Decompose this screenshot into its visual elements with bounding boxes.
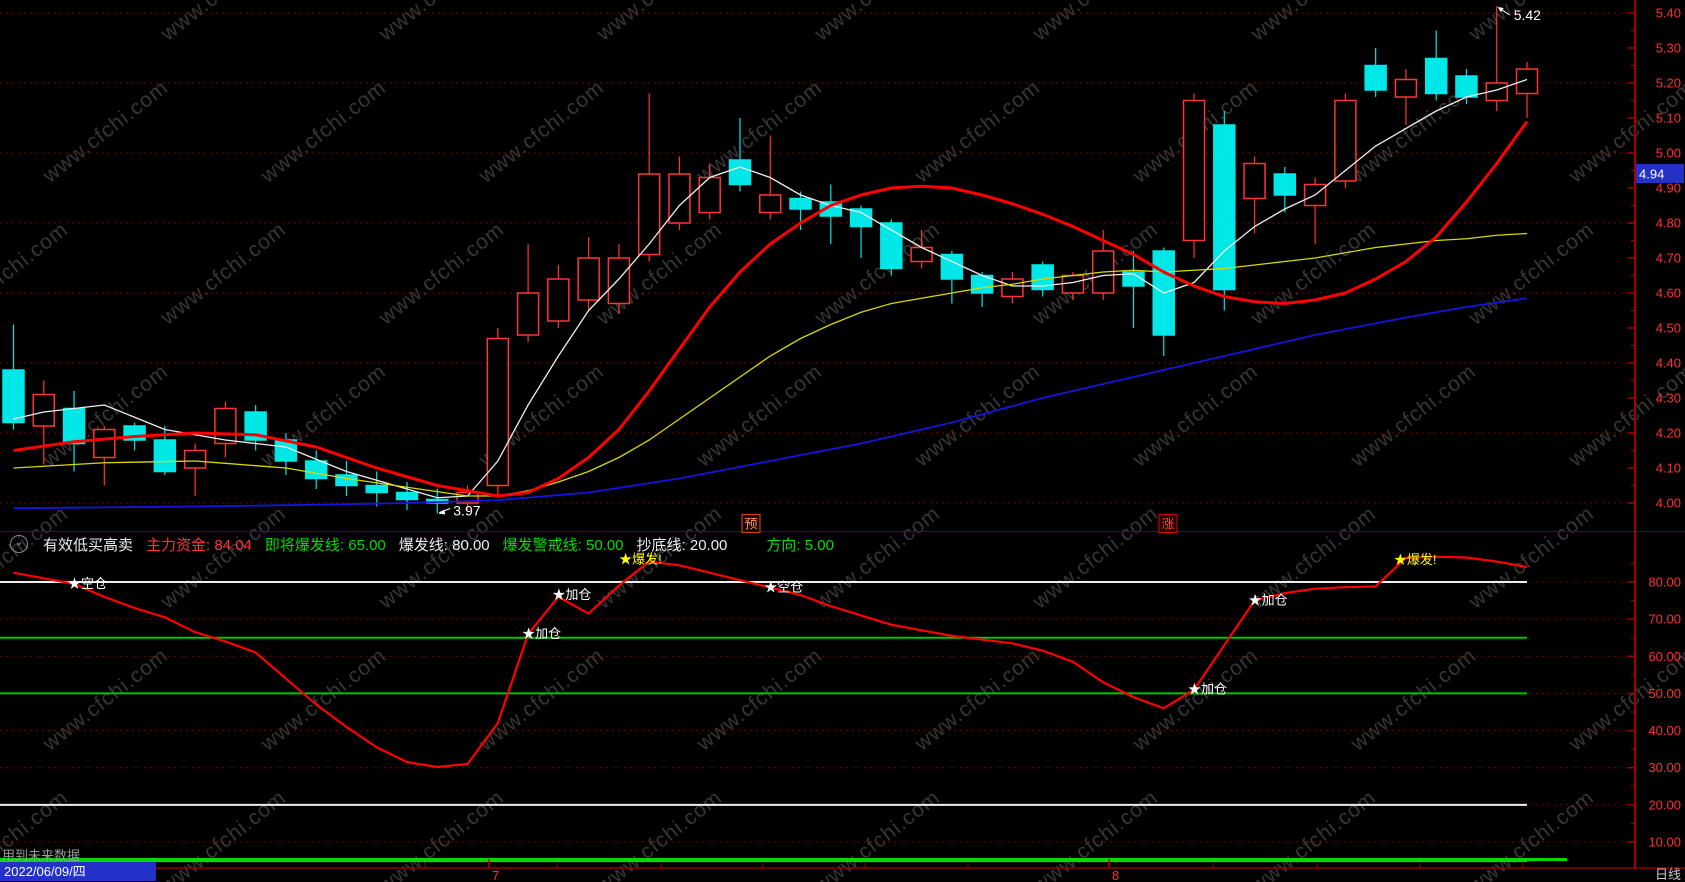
svg-text:4.20: 4.20 bbox=[1656, 426, 1681, 441]
time-axis: 78 bbox=[424, 859, 1524, 882]
future-data-note: 用到未来数据 bbox=[2, 848, 81, 863]
indicator-fields: 主力资金: 84.04 即将爆发线: 65.00 爆发线: 80.00 爆发警戒线: … bbox=[146, 534, 834, 555]
candlestick-series bbox=[2, 6, 1539, 514]
month-label-8: 8 bbox=[1112, 868, 1119, 882]
svg-text:3.97: 3.97 bbox=[453, 503, 480, 519]
ma-blue bbox=[13, 297, 1528, 510]
svg-text:5.30: 5.30 bbox=[1656, 41, 1681, 56]
indicator-field-5: 方向: 5.00 bbox=[766, 536, 834, 554]
indicator-header: ⌄ 有效低买高卖 主力资金: 84.04 即将爆发线: 65.00 爆发线: 80.… bbox=[10, 531, 834, 557]
svg-text:5.20: 5.20 bbox=[1656, 76, 1681, 91]
signal-marker-加仓: ★加仓 bbox=[1188, 682, 1227, 697]
signal-badges: 预涨 bbox=[741, 513, 1178, 534]
indicator-level-lines bbox=[0, 581, 1527, 863]
signal-marker-空仓: ★空仓 bbox=[68, 576, 107, 591]
svg-text:4.50: 4.50 bbox=[1656, 321, 1681, 336]
indicator-field-4: 抄底线: 20.00 bbox=[636, 536, 728, 554]
svg-text:50.00: 50.00 bbox=[1648, 686, 1681, 701]
signal-marker-爆发: ★爆发! bbox=[1394, 552, 1437, 567]
svg-text:4.70: 4.70 bbox=[1656, 251, 1681, 266]
svg-text:5.10: 5.10 bbox=[1656, 111, 1681, 126]
svg-text:10.00: 10.00 bbox=[1648, 835, 1681, 850]
month-label-7: 7 bbox=[492, 868, 499, 882]
svg-text:4.10: 4.10 bbox=[1656, 461, 1681, 476]
svg-text:4.00: 4.00 bbox=[1656, 496, 1681, 511]
svg-text:80.00: 80.00 bbox=[1648, 575, 1681, 590]
signal-badge-涨: 涨 bbox=[1161, 517, 1174, 532]
svg-text:5.00: 5.00 bbox=[1656, 146, 1681, 161]
trading-app-window: www.cfchi.com www.cfchi.com www.cfchi.com w… bbox=[0, 0, 1685, 882]
signal-marker-加仓: ★加仓 bbox=[522, 626, 561, 641]
svg-text:5.40: 5.40 bbox=[1656, 6, 1681, 21]
indicator-field-3: 爆发警戒线: 50.00 bbox=[502, 536, 624, 554]
svg-text:4.30: 4.30 bbox=[1656, 391, 1681, 406]
svg-text:60.00: 60.00 bbox=[1648, 649, 1681, 664]
indicator-field-1: 即将爆发线: 65.00 bbox=[264, 536, 386, 554]
signal-markers: ★空仓★加仓★加仓★爆发!★空仓★加仓★加仓★爆发! bbox=[68, 552, 1437, 697]
ma-yellow bbox=[13, 232, 1528, 497]
svg-text:4.60: 4.60 bbox=[1656, 286, 1681, 301]
signal-marker-空仓: ★空仓 bbox=[764, 580, 803, 595]
signal-badge-预: 预 bbox=[744, 517, 757, 532]
signal-marker-加仓: ★加仓 bbox=[1249, 593, 1288, 608]
collapse-indicator-icon[interactable]: ⌄ bbox=[10, 535, 28, 553]
svg-text:4.80: 4.80 bbox=[1656, 216, 1681, 231]
indicator-title: 有效低买高卖 bbox=[43, 536, 134, 554]
current-price-tag: 4.94 bbox=[1636, 164, 1684, 183]
indicator-field-0: 主力资金: 84.04 bbox=[146, 536, 252, 554]
selected-date-box: 2022/06/09/四 bbox=[0, 862, 156, 881]
chart-canvas[interactable]: ★空仓★加仓★加仓★爆发!★空仓★加仓★加仓★爆发!5.405.305.205.… bbox=[0, 0, 1685, 882]
svg-text:5.42: 5.42 bbox=[1514, 7, 1541, 23]
indicator-field-2: 爆发线: 80.00 bbox=[398, 536, 490, 554]
svg-text:20.00: 20.00 bbox=[1648, 797, 1681, 812]
svg-text:30.00: 30.00 bbox=[1648, 760, 1681, 775]
svg-text:4.40: 4.40 bbox=[1656, 356, 1681, 371]
period-label[interactable]: 日线 bbox=[1655, 864, 1681, 882]
svg-text:70.00: 70.00 bbox=[1648, 612, 1681, 627]
svg-text:4.94: 4.94 bbox=[1639, 167, 1664, 182]
signal-marker-加仓: ★加仓 bbox=[552, 587, 591, 602]
svg-text:40.00: 40.00 bbox=[1648, 723, 1681, 738]
